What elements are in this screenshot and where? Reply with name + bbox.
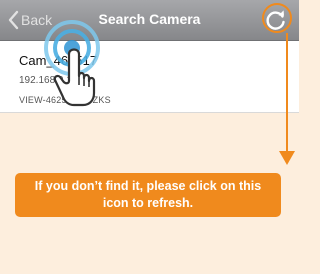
arrow-down-icon [279, 151, 295, 165]
callout-text: If you don’t find it, please click on th… [34, 179, 262, 210]
refresh-hint-callout: If you don’t find it, please click on th… [15, 173, 281, 217]
refresh-highlight-ring [262, 3, 292, 33]
tap-hand-icon [44, 20, 100, 107]
arrow-line [286, 33, 288, 152]
